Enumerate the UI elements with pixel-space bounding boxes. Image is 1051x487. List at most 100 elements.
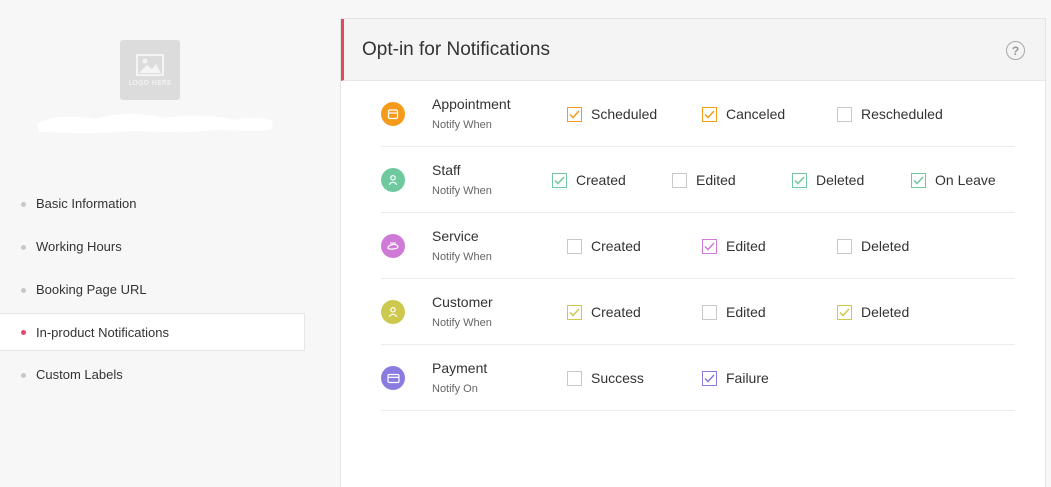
payment-failure-option[interactable]: Failure [702,370,769,386]
payment-success-option[interactable]: Success [567,370,644,386]
checkbox[interactable] [702,304,717,320]
notifications-panel: Opt-in for Notifications ? Appointment No… [340,18,1046,487]
logo-placeholder[interactable]: LOGO HERE [120,40,180,100]
option-label: Failure [726,370,769,386]
staff-on-leave-option[interactable]: On Leave [911,172,996,188]
appointment-scheduled-option[interactable]: Scheduled [567,106,657,122]
row-title: Staff [432,162,461,178]
customer-edited-option[interactable]: Edited [702,304,766,320]
notification-row-appointment: Appointment Notify When Scheduled Canceled R… [381,81,1015,147]
bullet-icon [21,201,26,207]
row-subtitle: Notify When [432,251,492,263]
row-title: Appointment [432,96,511,112]
option-label: Edited [726,304,766,320]
option-label: Created [576,172,626,188]
row-subtitle: Notify When [432,317,492,329]
sidebar-nav: Basic Information Working Hours Booking Pa… [0,182,305,396]
checkmark-icon [569,109,580,119]
staff-created-option[interactable]: Created [552,172,626,188]
checkmark-icon [704,373,715,383]
business-name-redacted [37,114,273,134]
option-label: Scheduled [591,106,658,122]
checkbox[interactable] [837,106,852,122]
row-title: Payment [432,360,488,376]
checkmark-icon [839,307,850,317]
notification-rows: Appointment Notify When Scheduled Canceled R… [341,81,1045,411]
notification-row-customer: Customer Notify When Created Edited Deleted [381,279,1015,345]
row-title: Service [432,228,479,244]
staff-icon [381,168,405,192]
service-deleted-option[interactable]: Deleted [837,238,909,254]
option-label: Deleted [861,304,910,320]
row-title: Customer [432,294,493,310]
sidebar-item-label: Working Hours [36,239,122,254]
checkmark-icon [704,241,715,251]
customer-deleted-option[interactable]: Deleted [837,304,909,320]
service-icon [381,234,405,258]
service-created-option[interactable]: Created [567,238,641,254]
checkmark-icon [704,109,715,119]
checked-checkbox[interactable] [567,106,582,122]
service-edited-option[interactable]: Edited [702,238,766,254]
notification-row-service: Service Notify When Created Edited Deleted [381,213,1015,279]
appointment-canceled-option[interactable]: Canceled [702,106,785,122]
sidebar-item-in-product-notifications[interactable]: In-product Notifications [0,313,305,351]
sidebar-item-label: In-product Notifications [36,324,169,340]
option-label: Rescheduled [861,106,943,122]
checked-checkbox[interactable] [702,106,717,122]
notification-row-staff: Staff Notify When Created Edited Deleted On L… [381,147,1015,213]
staff-deleted-option[interactable]: Deleted [792,172,864,188]
option-label: Created [591,238,641,254]
image-icon [136,53,164,76]
sidebar-item-custom-labels[interactable]: Custom Labels [0,353,305,396]
sidebar: LOGO HERE Basic Information Working Hours… [0,0,305,487]
bullet-icon [21,244,26,250]
checkmark-icon [913,175,924,185]
option-label: Canceled [726,106,786,122]
row-subtitle: Notify When [432,119,492,131]
sidebar-item-label: Booking Page URL [36,282,147,297]
bullet-icon [21,287,26,293]
checkmark-icon [554,175,565,185]
page-title: Opt-in for Notifications [362,38,550,60]
checked-checkbox[interactable] [702,238,717,254]
option-label: Deleted [861,238,910,254]
option-label: Edited [696,172,736,188]
panel-header: Opt-in for Notifications ? [341,19,1045,81]
bullet-icon [21,330,26,335]
staff-edited-option[interactable]: Edited [672,172,736,188]
payment-icon [381,366,405,390]
checked-checkbox[interactable] [911,172,926,188]
checked-checkbox[interactable] [567,304,582,320]
help-icon[interactable]: ? [1006,41,1025,60]
logo-text: LOGO HERE [128,78,172,87]
option-label: On Leave [935,172,996,188]
option-label: Success [591,370,644,386]
row-subtitle: Notify When [432,185,492,197]
checked-checkbox[interactable] [552,172,567,188]
option-label: Created [591,304,641,320]
notification-row-payment: Payment Notify On Success Failure [381,345,1015,411]
checked-checkbox[interactable] [702,370,717,386]
checkbox[interactable] [567,238,582,254]
option-label: Deleted [816,172,865,188]
customer-created-option[interactable]: Created [567,304,641,320]
customer-icon [381,300,405,324]
bullet-icon [21,372,26,378]
sidebar-item-working-hours[interactable]: Working Hours [0,225,305,268]
checkmark-icon [794,175,805,185]
appointment-icon [381,102,405,126]
checkbox[interactable] [672,172,687,188]
sidebar-item-label: Custom Labels [36,367,123,382]
option-label: Edited [726,238,766,254]
checked-checkbox[interactable] [837,304,852,320]
checked-checkbox[interactable] [792,172,807,188]
checkbox[interactable] [567,370,582,386]
row-subtitle: Notify On [432,383,478,395]
sidebar-item-label: Basic Information [36,196,137,211]
appointment-rescheduled-option[interactable]: Rescheduled [837,106,943,122]
sidebar-item-booking-page-url[interactable]: Booking Page URL [0,268,305,311]
checkmark-icon [569,307,580,317]
sidebar-item-basic-information[interactable]: Basic Information [0,182,305,225]
checkbox[interactable] [837,238,852,254]
